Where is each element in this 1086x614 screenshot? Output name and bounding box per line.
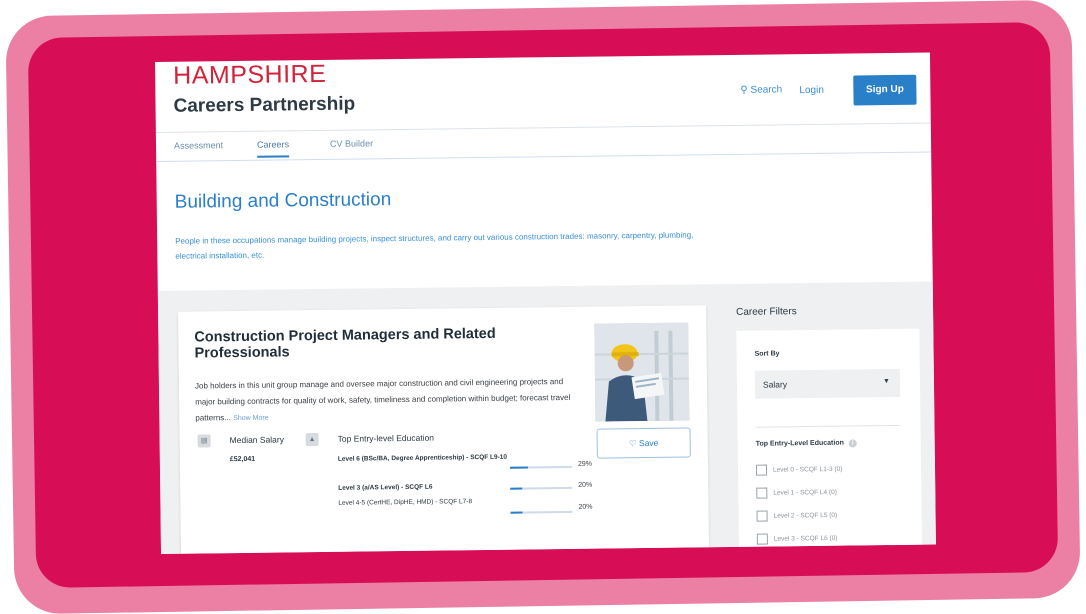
education-bar-level-3	[510, 486, 573, 490]
education-percent-level-3: 20%	[578, 481, 593, 489]
education-row-level-3: Level 3 (a/AS Level) - SCQF L6	[338, 483, 433, 492]
career-filters-title: Career Filters	[736, 306, 797, 318]
sort-by-value: Salary	[762, 379, 788, 390]
site-header: HAMPSHIRE Careers Partnership ⚲ Search L…	[155, 52, 931, 133]
page-description: People in these occupations manage build…	[175, 230, 694, 261]
page-title: Building and Construction	[174, 189, 392, 213]
checkbox[interactable]	[756, 533, 768, 545]
filter-panel: Sort By Salary ▼ Top Entry-Level Educati…	[736, 328, 922, 547]
salary-icon: ▤	[197, 434, 211, 448]
education-row-level-4-5: Level 4-5 (CertHE, DipHE, HMD) - SCQF L7…	[338, 498, 473, 507]
median-salary-label: Median Salary	[229, 434, 285, 446]
search-icon: ⚲	[740, 84, 748, 96]
heart-icon: ♡	[628, 438, 637, 449]
filter-divider	[755, 424, 901, 428]
browser-screen: HAMPSHIRE Careers Partnership ⚲ Search L…	[155, 52, 936, 554]
education-option-level-0[interactable]: Level 0 - SCQF L1-3 (0)	[755, 464, 843, 476]
career-title[interactable]: Construction Project Managers and Relate…	[194, 325, 574, 362]
hero-section: Building and Construction People in thes…	[156, 153, 933, 292]
education-filter-label: Top Entry-Level Education i	[756, 439, 857, 448]
education-bar-level-4-5	[510, 510, 573, 514]
education-bar-fill-level-3	[510, 487, 523, 490]
option-label: Level 2 - SCQF L5 (0)	[773, 511, 838, 520]
education-bar-fill-level-6	[509, 466, 528, 469]
checkbox[interactable]	[756, 510, 768, 522]
sort-by-label: Sort By	[754, 350, 780, 358]
career-card[interactable]: Construction Project Managers and Relate…	[178, 305, 709, 554]
save-label: Save	[638, 437, 659, 449]
median-salary-value: £52,041	[229, 455, 256, 464]
education-bar-level-6	[509, 465, 572, 469]
career-image	[594, 322, 690, 422]
sort-by-select[interactable]: Salary ▼	[754, 368, 901, 399]
option-label: Level 0 - SCQF L1-3 (0)	[772, 465, 843, 474]
option-label: Level 1 - SCQF L4 (0)	[773, 488, 837, 497]
education-label: Top Entry-level Education	[337, 432, 435, 444]
search-label: Search	[750, 84, 783, 96]
education-percent-level-4-5: 20%	[578, 503, 593, 511]
signup-button[interactable]: Sign Up	[853, 74, 917, 106]
search-link[interactable]: ⚲ Search	[740, 84, 782, 96]
education-row-level-6: Level 6 (BSc/BA, Degree Apprenticeship) …	[337, 453, 508, 463]
save-button[interactable]: ♡ Save	[596, 427, 691, 459]
education-percent-level-6: 29%	[577, 460, 593, 468]
show-more-link[interactable]: Show More	[233, 415, 268, 422]
education-option-level-3[interactable]: Level 3 - SCQF L6 (0)	[756, 533, 838, 545]
education-filter-label-text: Top Entry-Level Education	[755, 439, 844, 448]
caret-down-icon: ▼	[882, 378, 891, 386]
option-label: Level 3 - SCQF L6 (0)	[773, 534, 838, 543]
education-option-level-2[interactable]: Level 2 - SCQF L5 (0)	[756, 510, 838, 522]
checkbox[interactable]	[756, 487, 768, 499]
career-description: Job holders in this unit group manage an…	[195, 374, 586, 428]
tab-assessment[interactable]: Assessment	[174, 140, 223, 151]
checkbox[interactable]	[755, 464, 768, 476]
info-icon[interactable]: i	[848, 439, 857, 448]
graduation-cap-icon: ▲	[305, 433, 319, 447]
education-option-level-1[interactable]: Level 1 - SCQF L4 (0)	[756, 487, 837, 499]
logo-hampshire[interactable]: HAMPSHIRE	[173, 60, 326, 90]
tab-careers[interactable]: Careers	[256, 139, 290, 158]
tab-cv-builder[interactable]: CV Builder	[330, 138, 373, 149]
logo-careers-partnership[interactable]: Careers Partnership	[173, 94, 355, 118]
education-bar-fill-level-4-5	[510, 511, 523, 514]
login-link[interactable]: Login	[799, 85, 824, 96]
